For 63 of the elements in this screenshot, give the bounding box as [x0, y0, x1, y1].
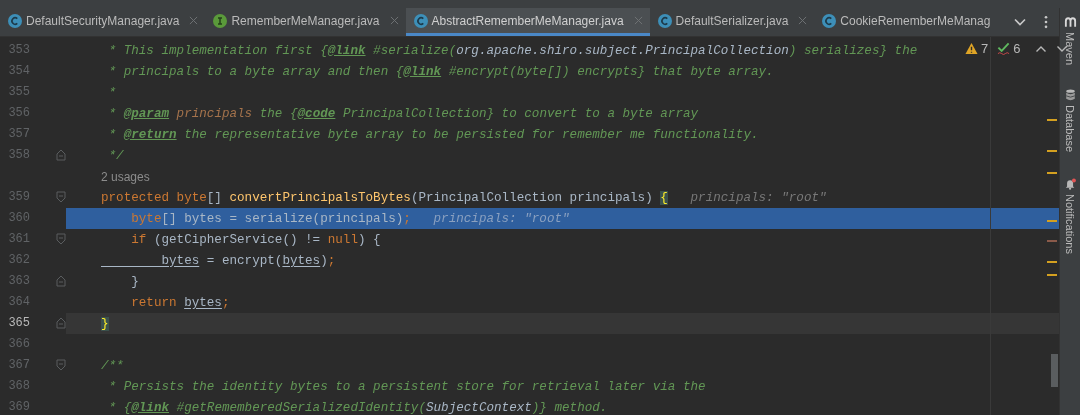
editor-tab[interactable]: CookieRememberMeManag: [814, 8, 998, 36]
line-number: 367: [7, 357, 30, 374]
code-line: return bytes;: [130, 294, 231, 312]
editor-tab[interactable]: DefaultSerializer.java: [649, 8, 815, 36]
class-icon: [8, 13, 22, 28]
line-number: 356: [7, 105, 30, 122]
fold-icon[interactable]: [56, 233, 66, 245]
tool-window-button[interactable]: Database: [1063, 89, 1077, 153]
editor-tab[interactable]: AbstractRememberMeManager.java: [405, 8, 650, 36]
code-line: */: [107, 147, 125, 165]
fold-icon[interactable]: [56, 275, 66, 287]
tool-window-button[interactable]: Maven: [1063, 16, 1077, 66]
editor-tab[interactable]: DefaultSecurityManager.java: [0, 8, 206, 36]
class-icon: [822, 13, 837, 28]
line-number: 360: [7, 210, 30, 227]
warning-icon[interactable]: [965, 42, 978, 55]
line-number: 368: [7, 378, 30, 395]
line-number: 357: [7, 126, 30, 143]
editor-tab[interactable]: RememberMeManager.java: [205, 8, 406, 36]
line-number: 364: [7, 294, 30, 311]
fold-icon[interactable]: [56, 359, 66, 371]
check-icon[interactable]: [997, 42, 1011, 55]
class-icon: [413, 13, 428, 28]
code-line: * Persists the identity bytes to a persistent store for retrieval later via the: [107, 378, 707, 396]
close-icon[interactable]: [189, 16, 199, 25]
close-icon[interactable]: [633, 16, 643, 25]
line-number: 366: [7, 336, 30, 353]
check-count: 6: [1013, 41, 1021, 56]
bell-icon: [1063, 178, 1077, 191]
code-line: protected byte[] convertPrincipalsToBytes(PrincipalCollection principals) { principals: "root": [100, 189, 828, 207]
code-line: * @return the representative byte array to be persisted for remember me functionality.: [107, 126, 760, 144]
line-number: 361: [7, 231, 30, 248]
fold-icon[interactable]: [56, 191, 66, 203]
line-number: 359: [7, 189, 30, 206]
fold-icon[interactable]: [56, 149, 66, 161]
line-number: 369: [7, 399, 30, 415]
usages-hint[interactable]: 2 usages: [101, 169, 150, 184]
database-icon: [1063, 89, 1077, 102]
line-number: 354: [7, 63, 30, 80]
line-number: 362: [7, 252, 30, 269]
warning-count: 7: [981, 41, 989, 56]
code-line: /**: [100, 357, 125, 375]
chevron-up-icon[interactable]: [1035, 44, 1048, 53]
code-line: *: [107, 84, 118, 102]
code-line: * This implementation first {@link #serialize(org.apache.shiro.subject.PrincipalCollection) serializes} the: [107, 42, 919, 60]
code-line: * {@link #getRememberedSerializedIdentity(SubjectContext)} method.: [107, 399, 609, 415]
more-icon[interactable]: [1043, 15, 1049, 29]
line-number: 363: [7, 273, 30, 290]
line-number: 353: [7, 42, 30, 59]
line-number: 358: [7, 147, 30, 164]
close-icon[interactable]: [798, 16, 808, 25]
interface-icon: [213, 13, 228, 28]
code-line: if (getCipherService() != null) {: [130, 231, 382, 249]
tool-window-button[interactable]: Notifications: [1063, 178, 1077, 255]
line-number: 355: [7, 84, 30, 101]
code-line: bytes = encrypt(bytes);: [160, 252, 337, 270]
code-line: * @param principals the {@code PrincipalCollection} to convert to a byte array: [107, 105, 700, 123]
code-line: * principals to a byte array and then {@link #encrypt(byte[]) encrypts} that byte array.: [107, 63, 775, 81]
close-icon[interactable]: [389, 16, 399, 25]
fold-icon[interactable]: [56, 317, 66, 329]
class-icon: [657, 13, 672, 28]
arches-icon: [1063, 16, 1077, 28]
line-number: 365: [7, 315, 30, 332]
